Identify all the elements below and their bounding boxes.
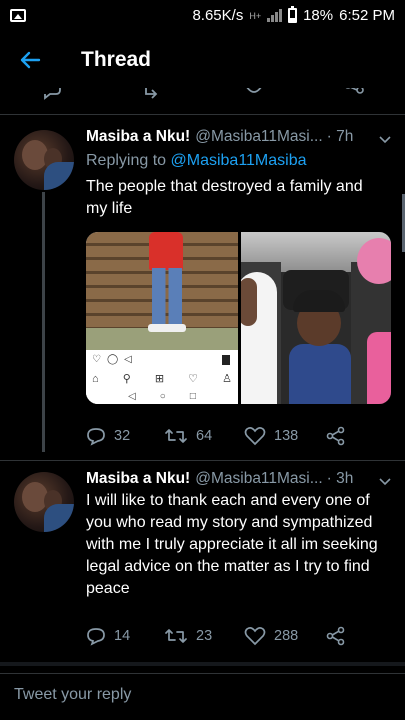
divider [0,662,405,666]
heart-icon [244,627,266,646]
user-handle[interactable]: @Masiba11Masi... [195,470,322,488]
timestamp: · 3h [326,470,354,487]
like-count: 288 [274,628,299,644]
share-button[interactable] [326,626,346,646]
share-icon [326,626,345,646]
chevron-down-icon[interactable] [379,476,391,488]
avatar[interactable] [14,472,74,532]
reply-icon [87,628,105,646]
tweet[interactable]: Masiba a Nku! @Masiba11Masi... · 3h I wi… [0,0,405,660]
reply-count: 14 [114,628,131,644]
reply-button[interactable]: 14 [86,626,164,646]
tweet-actions: 14 23 288 [86,625,386,647]
reply-input[interactable]: Tweet your reply [14,686,131,704]
retweet-count: 23 [196,628,213,644]
retweet-button[interactable]: 23 [164,626,244,646]
tweet-header: Masiba a Nku! @Masiba11Masi... · 3h [86,470,393,488]
tweet-text: I will like to thank each and every one … [86,492,378,597]
retweet-icon [165,629,187,643]
reply-composer[interactable]: Tweet your reply [0,673,405,720]
display-name[interactable]: Masiba a Nku! [86,470,190,488]
like-button[interactable]: 288 [244,626,326,646]
